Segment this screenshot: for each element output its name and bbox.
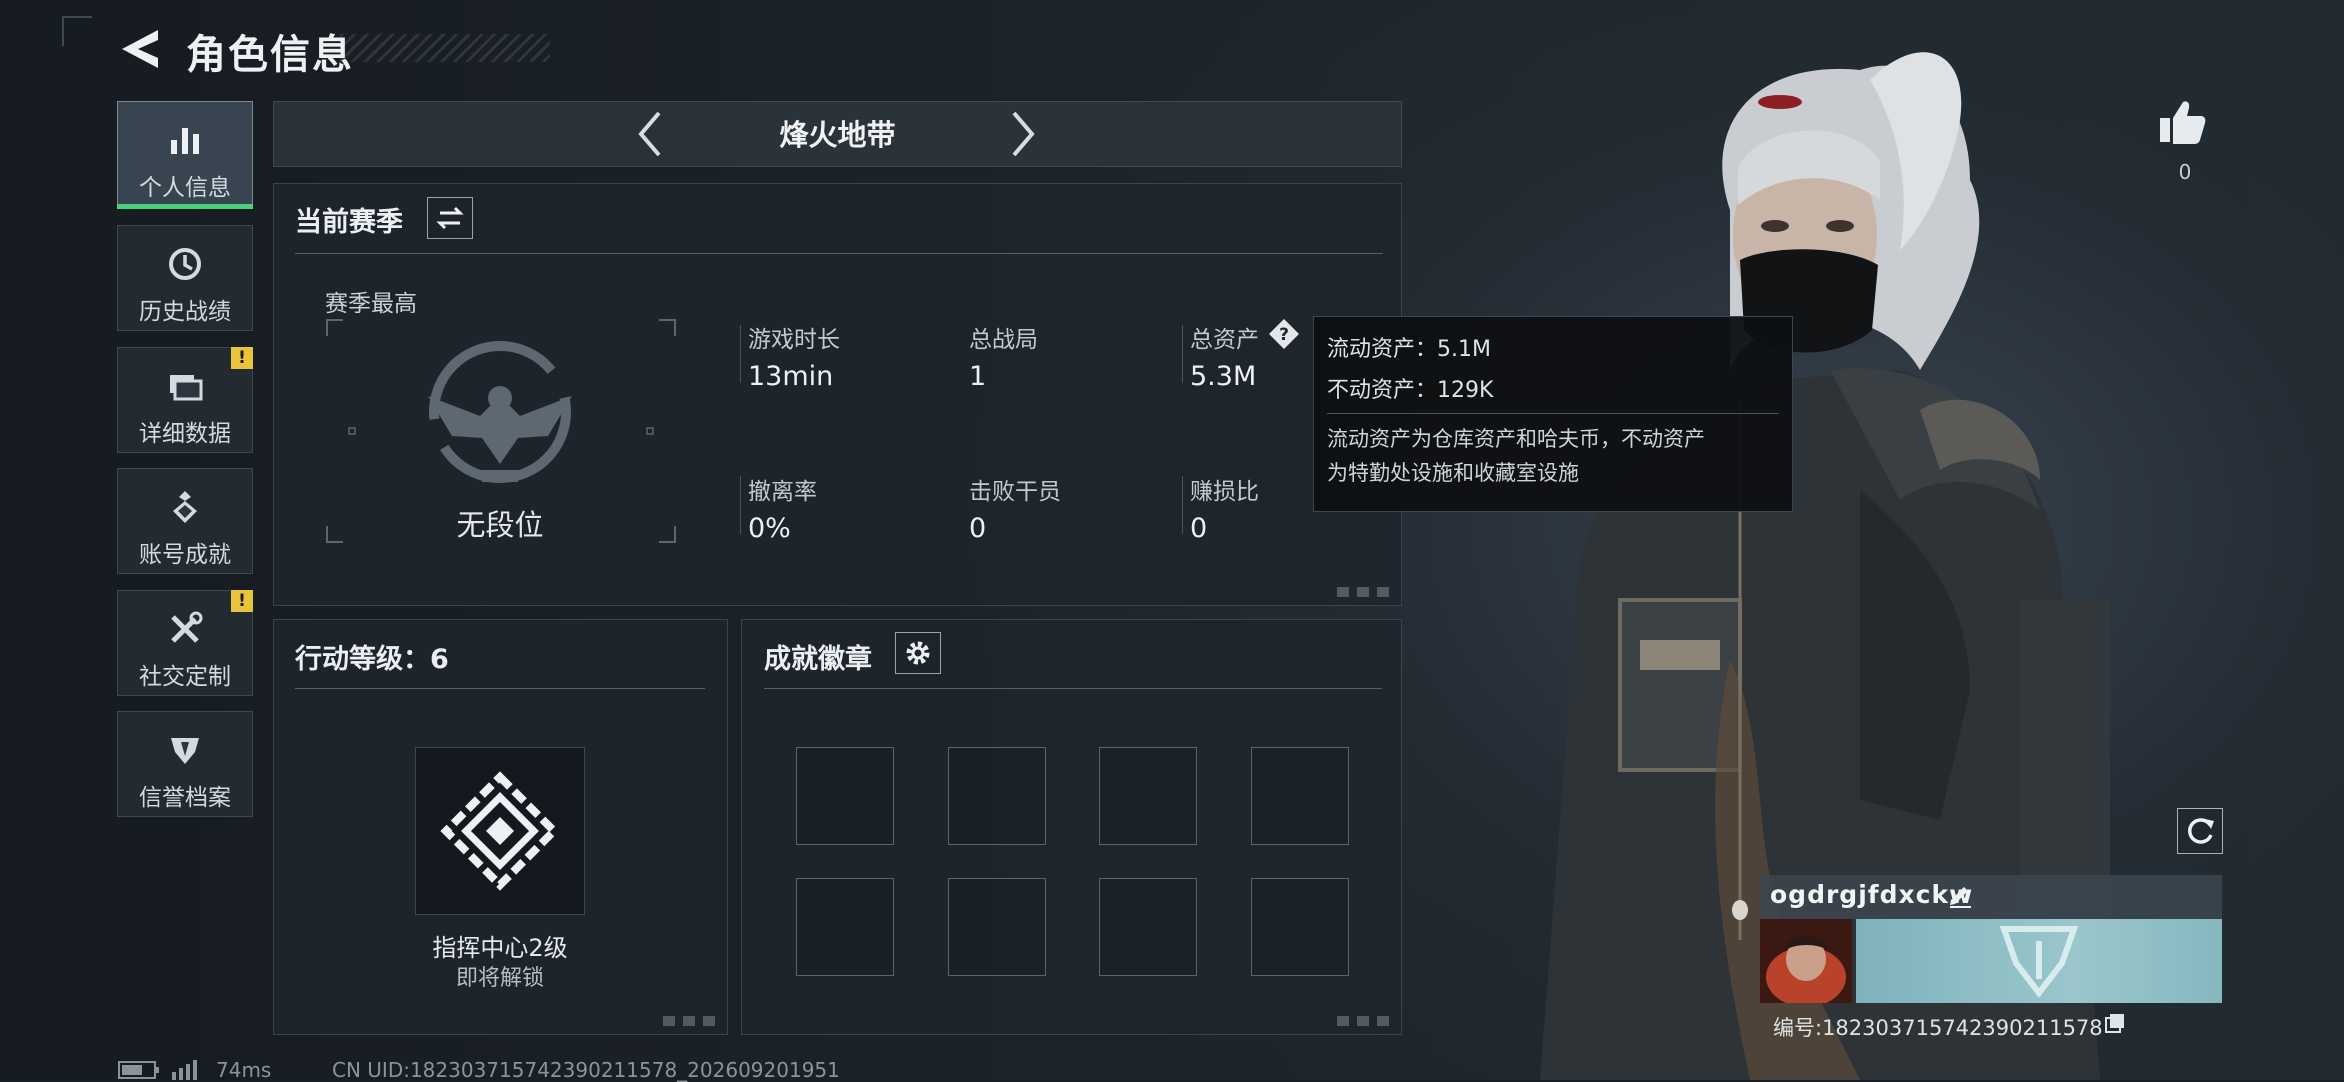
- stat-value-total-assets: 5.3M: [1190, 361, 1257, 392]
- rank-eagle-emblem-icon: [428, 341, 572, 483]
- credit-emblem-icon: [171, 738, 199, 764]
- sidebar-item-achievements[interactable]: 账号成就: [117, 468, 253, 574]
- stat-label-total-matches: 总战局: [969, 327, 1038, 353]
- thumbs-up-icon[interactable]: [2157, 98, 2207, 146]
- svg-text:?: ?: [1279, 325, 1289, 345]
- badge-slot[interactable]: [796, 747, 894, 845]
- tooltip-note-line2: 为特勤处设施和收藏室设施: [1327, 461, 1579, 485]
- stat-value-total-matches: 1: [969, 361, 987, 392]
- team-logo-icon: [1999, 926, 2079, 998]
- sidebar-item-label: 个人信息: [139, 175, 231, 201]
- warning-badge: !: [231, 347, 253, 369]
- badge-slot[interactable]: [1251, 878, 1349, 976]
- season-title: 当前赛季: [295, 207, 403, 238]
- player-avatar[interactable]: [1760, 919, 1852, 1003]
- title-stripes: [340, 34, 550, 62]
- sidebar-item-label: 信誉档案: [139, 785, 231, 811]
- stat-label-profit-ratio: 赚损比: [1190, 479, 1259, 505]
- command-center-icon: [440, 771, 560, 891]
- stat-label-extract-rate: 撤离率: [748, 479, 817, 505]
- profile-banner: [1856, 919, 2222, 1003]
- panel-corner-decoration: [663, 1016, 717, 1026]
- badge-slot[interactable]: [796, 878, 894, 976]
- stat-value-profit-ratio: 0: [1190, 513, 1208, 544]
- ping: 74ms: [216, 1058, 272, 1082]
- panel-corner-decoration: [1337, 1016, 1391, 1026]
- sidebar-item-credit-file[interactable]: 信誉档案: [117, 711, 253, 817]
- command-center-tile[interactable]: [415, 747, 585, 915]
- tools-icon: [171, 611, 203, 643]
- bar-chart-icon: [171, 128, 199, 154]
- badges-title: 成就徽章: [764, 644, 872, 675]
- chevron-right-icon[interactable]: [1006, 109, 1040, 159]
- page-title: 角色信息: [186, 32, 354, 78]
- divider: [740, 476, 741, 534]
- sidebar-item-label: 详细数据: [139, 421, 231, 447]
- footer-uid: CN UID:18230371574239021157​8_2026092019…: [332, 1058, 840, 1082]
- badge-slot[interactable]: [1251, 747, 1349, 845]
- action-level-title: 行动等级：6: [295, 644, 449, 675]
- achievement-medal-icon: [173, 491, 197, 523]
- battery-icon: [118, 1061, 159, 1079]
- rotate-model-button[interactable]: [2177, 808, 2223, 854]
- edit-pencil-icon[interactable]: [1947, 882, 1973, 908]
- copy-icon[interactable]: [2104, 1012, 2126, 1034]
- sidebar-item-personal-info[interactable]: 个人信息: [117, 101, 253, 209]
- sidebar-item-history[interactable]: 历史战绩: [117, 225, 253, 331]
- signal-icon: [172, 1060, 197, 1080]
- divider: [295, 253, 1383, 254]
- sidebar-item-detailed-data[interactable]: 详细数据 !: [117, 347, 253, 453]
- history-clock-icon: [169, 248, 201, 280]
- season-best-label: 赛季最高: [325, 291, 417, 317]
- warning-badge: !: [231, 590, 253, 612]
- stat-value-playtime: 13min: [748, 361, 834, 392]
- divider: [295, 688, 705, 689]
- badge-slot[interactable]: [1099, 878, 1197, 976]
- tooltip-fixed-assets: 不动资产：129K: [1327, 378, 1494, 403]
- season-switch-button[interactable]: [427, 197, 473, 239]
- badge-slot[interactable]: [948, 747, 1046, 845]
- divider: [1182, 325, 1183, 383]
- badge-slot[interactable]: [1099, 747, 1197, 845]
- stat-label-kills: 击败干员: [969, 479, 1061, 505]
- stat-label-playtime: 游戏时长: [748, 327, 840, 353]
- sidebar-item-social-custom[interactable]: 社交定制 !: [117, 590, 253, 696]
- back-arrow-icon[interactable]: [118, 26, 160, 72]
- panel-corner-decoration: [1337, 587, 1391, 597]
- sidebar-item-label: 社交定制: [139, 664, 231, 690]
- mode-title: 烽火地带: [779, 118, 896, 152]
- stat-value-kills: 0: [969, 513, 987, 544]
- help-icon: ?: [1269, 319, 1299, 349]
- chevron-left-icon[interactable]: [633, 109, 667, 159]
- assets-help-button[interactable]: ?: [1268, 318, 1300, 350]
- divider: [764, 688, 1382, 689]
- tooltip-note-line1: 流动资产为仓库资产和哈夫币，不动资产: [1327, 427, 1705, 451]
- tooltip-liquid-assets: 流动资产：5.1M: [1327, 337, 1491, 362]
- corner-decoration: [62, 16, 92, 46]
- gear-icon: [906, 641, 930, 665]
- refresh-icon: [2188, 818, 2214, 844]
- unlock-status: 即将解锁: [455, 966, 544, 991]
- folder-icon: [170, 375, 203, 401]
- sidebar-item-label: 历史战绩: [139, 299, 231, 325]
- like-count: 0: [2178, 160, 2192, 184]
- rank-name: 无段位: [456, 508, 544, 542]
- player-id: 编号:18230371574239021157​8: [1773, 1016, 2103, 1040]
- sidebar-item-label: 账号成就: [139, 542, 231, 568]
- assets-tooltip: 流动资产：5.1M 不动资产：129K 流动资产为仓库资产和哈夫币，不动资产 为…: [1313, 316, 1793, 512]
- swap-icon: [436, 206, 464, 230]
- badge-slot[interactable]: [948, 878, 1046, 976]
- divider: [740, 325, 741, 383]
- stat-value-extract-rate: 0%: [748, 513, 791, 544]
- badges-settings-button[interactable]: [895, 632, 941, 674]
- divider: [1182, 476, 1183, 534]
- stat-label-total-assets: 总资产: [1190, 327, 1259, 353]
- unlock-name: 指挥中心2级: [432, 934, 568, 962]
- divider: [1327, 413, 1779, 414]
- player-name: ogdrgjfdxckw: [1770, 880, 1974, 909]
